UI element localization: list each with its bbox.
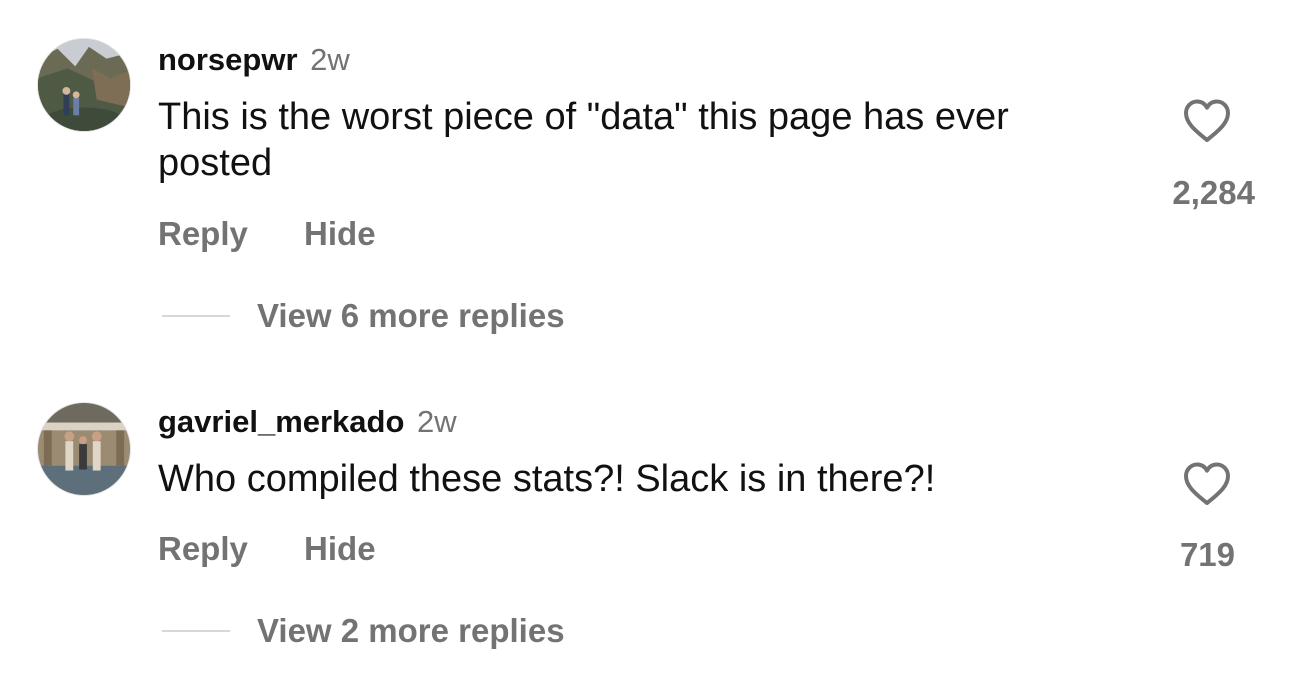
username[interactable]: norsepwr [158,42,298,77]
reply-button[interactable]: Reply [158,530,248,567]
hide-button[interactable]: Hide [304,530,376,567]
replies-divider [162,630,230,632]
avatar[interactable] [37,402,131,496]
comment-time: 2w [417,404,457,439]
heart-outline-icon[interactable] [1183,98,1231,144]
avatar[interactable] [37,38,131,132]
comment-time: 2w [310,42,350,77]
avatar-photo-canyon [38,39,130,131]
like-count: 2,284 [1172,174,1255,211]
comments-list: norsepwr 2w This is the worst piece of "… [0,0,1290,692]
heart-outline-icon[interactable] [1183,461,1231,507]
comment-meta: norsepwr 2w [158,41,350,79]
comment-text: This is the worst piece of "data" this p… [158,96,1009,184]
view-more-replies-button[interactable]: View 2 more replies [162,611,565,651]
replies-divider [162,315,230,317]
comment-meta: gavriel_merkado 2w [158,403,457,441]
view-more-replies-label: View 6 more replies [257,297,565,334]
avatar-photo-group [38,403,130,495]
view-more-replies-label: View 2 more replies [257,612,565,649]
like-count: 719 [1179,536,1235,573]
comment-actions: Reply Hide [158,529,376,569]
hide-button[interactable]: Hide [304,215,376,252]
reply-button[interactable]: Reply [158,215,248,252]
username[interactable]: gavriel_merkado [158,404,404,439]
comment-text: Who compiled these stats?! Slack is in t… [158,458,936,500]
view-more-replies-button[interactable]: View 6 more replies [162,296,565,336]
comment-actions: Reply Hide [158,214,376,254]
